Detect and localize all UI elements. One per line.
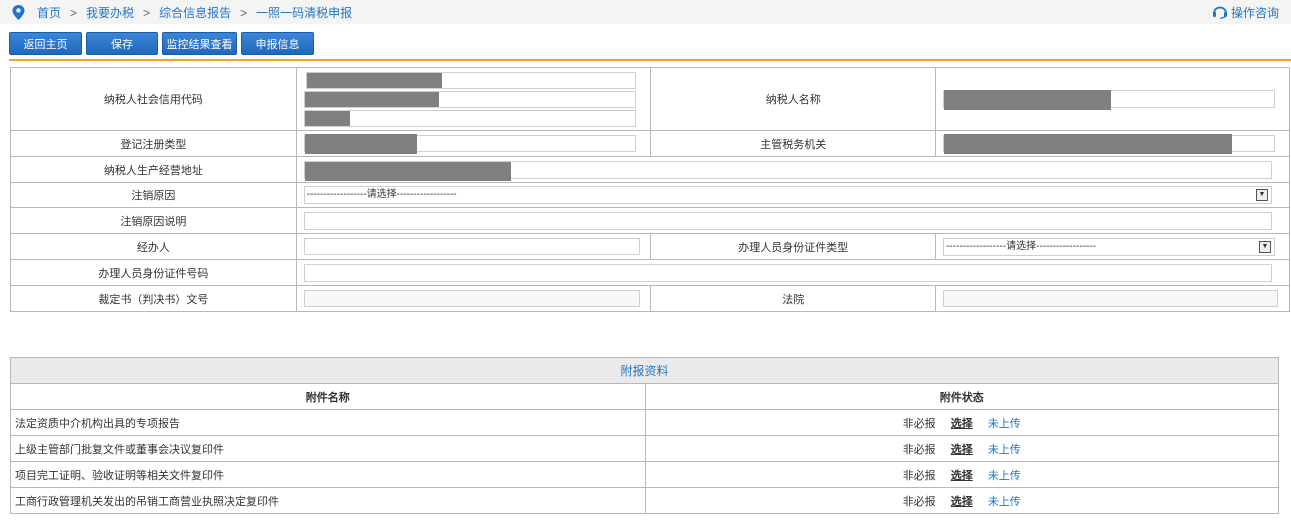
id-type-value: ------------------请选择------------------ <box>946 240 1097 252</box>
upload-status: 未上传 <box>987 495 1021 508</box>
required-text: 非必报 <box>902 495 936 508</box>
attachment-name: 法定资质中介机构出具的专项报告 <box>10 409 646 436</box>
id-type-select[interactable]: ------------------请选择------------------ … <box>943 237 1275 256</box>
breadcrumb: 首页 > 我要办税 > 综合信息报告 > 一照一码清税申报 <box>12 4 352 21</box>
monitor-result-button[interactable]: 监控结果查看 <box>162 32 237 55</box>
taxpayer-name-cell <box>935 67 1290 131</box>
reg-type-cell <box>295 130 652 157</box>
choose-file-link[interactable]: 选择 <box>951 470 973 482</box>
ruling-field <box>303 290 641 307</box>
choose-file-link[interactable]: 选择 <box>951 496 973 508</box>
ruling-label: 裁定书（判决书）文号 <box>10 285 297 312</box>
attachment-name: 项目完工证明、验收证明等相关文件复印件 <box>10 461 646 488</box>
credit-code-field-3[interactable] <box>303 109 637 127</box>
breadcrumb-tax[interactable]: 我要办税 <box>86 4 134 21</box>
reg-type-label: 登记注册类型 <box>10 130 297 157</box>
address-field[interactable] <box>303 160 1272 181</box>
reg-type-field[interactable] <box>303 134 637 154</box>
headset-icon <box>1212 6 1227 19</box>
required-text: 非必报 <box>902 417 936 430</box>
attachment-status-cell: 非必报 选择 未上传 <box>644 409 1279 436</box>
table-row: 上级主管部门批复文件或董事会决议复印件 非必报 选择 未上传 <box>10 435 1279 462</box>
cancel-reason-value: ------------------请选择------------------ <box>306 189 457 200</box>
breadcrumb-bar: 首页 > 我要办税 > 综合信息报告 > 一照一码清税申报 操作咨询 <box>0 0 1291 24</box>
id-type-label: 办理人员身份证件类型 <box>650 233 937 260</box>
help-label: 操作咨询 <box>1230 6 1279 20</box>
id-no-label: 办理人员身份证件号码 <box>10 259 297 286</box>
cancel-desc-field[interactable] <box>303 211 1272 230</box>
agent-cell <box>295 233 652 260</box>
attachments-table: 附报资料 附件名称 附件状态 法定资质中介机构出具的专项报告 非必报 选择 未上… <box>10 357 1279 514</box>
id-type-cell: ------------------请选择------------------ … <box>935 233 1290 260</box>
cancel-desc-label: 注销原因说明 <box>10 207 297 234</box>
choose-file-link[interactable]: 选择 <box>951 444 973 456</box>
agent-label: 经办人 <box>10 233 297 260</box>
cancel-desc-cell <box>295 207 1291 234</box>
toolbar: 返回主页 保存 监控结果查看 申报信息 <box>9 32 318 55</box>
attachment-status-cell: 非必报 选择 未上传 <box>644 461 1279 488</box>
required-text: 非必报 <box>902 469 936 482</box>
location-pin-icon <box>12 5 25 20</box>
table-row: 项目完工证明、验收证明等相关文件复印件 非必报 选择 未上传 <box>10 461 1279 488</box>
breadcrumb-separator: > <box>70 5 78 20</box>
credit-code-field-2[interactable] <box>303 90 637 108</box>
upload-status: 未上传 <box>987 469 1021 482</box>
help-consult-link[interactable]: 操作咨询 <box>1212 4 1279 21</box>
table-row: 工商行政管理机关发出的吊销工商营业执照决定复印件 非必报 选择 未上传 <box>10 487 1279 514</box>
cancel-reason-label: 注销原因 <box>10 182 297 208</box>
breadcrumb-separator: > <box>143 5 151 20</box>
court-cell <box>935 285 1290 312</box>
agent-field[interactable] <box>303 238 641 255</box>
id-no-cell <box>295 259 1291 286</box>
save-button[interactable]: 保存 <box>86 32 158 55</box>
taxpayer-info-form: 纳税人社会信用代码 纳税人名称 登记注册类型 主管税务机关 纳税人生产经营地址 … <box>10 67 1291 312</box>
taxpayer-name-field[interactable] <box>943 90 1275 110</box>
cancel-reason-cell: ------------------请选择------------------ … <box>295 182 1291 208</box>
breadcrumb-separator: > <box>240 5 248 20</box>
id-no-field[interactable] <box>303 263 1272 282</box>
attachment-name: 工商行政管理机关发出的吊销工商营业执照决定复印件 <box>10 487 646 514</box>
tax-authority-field[interactable] <box>943 134 1275 154</box>
upload-status: 未上传 <box>987 417 1021 430</box>
court-label: 法院 <box>650 285 937 312</box>
cancel-reason-select[interactable]: ------------------请选择------------------ … <box>303 186 1272 204</box>
dropdown-arrow-icon[interactable]: ▼ <box>1256 189 1268 201</box>
attachment-name: 上级主管部门批复文件或董事会决议复印件 <box>10 435 646 462</box>
attachment-status-header: 附件状态 <box>644 383 1279 410</box>
dropdown-arrow-icon[interactable]: ▼ <box>1259 240 1271 253</box>
attachments-title: 附报资料 <box>10 357 1279 384</box>
upload-status: 未上传 <box>987 443 1021 456</box>
ruling-cell <box>295 285 652 312</box>
attachment-name-header: 附件名称 <box>10 383 646 410</box>
tax-authority-label: 主管税务机关 <box>650 130 937 157</box>
back-home-button[interactable]: 返回主页 <box>9 32 82 55</box>
address-cell <box>295 156 1291 183</box>
toolbar-divider <box>9 59 1291 61</box>
breadcrumb-home[interactable]: 首页 <box>37 4 61 21</box>
court-field <box>943 290 1278 307</box>
address-label: 纳税人生产经营地址 <box>10 156 297 183</box>
credit-code-cell <box>295 67 652 131</box>
declare-info-button[interactable]: 申报信息 <box>241 32 314 55</box>
attachment-status-cell: 非必报 选择 未上传 <box>644 487 1279 514</box>
choose-file-link[interactable]: 选择 <box>951 418 973 430</box>
required-text: 非必报 <box>902 443 936 456</box>
breadcrumb-current: 一照一码清税申报 <box>256 6 353 20</box>
breadcrumb-report[interactable]: 综合信息报告 <box>159 4 231 21</box>
tax-authority-cell <box>935 130 1290 157</box>
table-row: 法定资质中介机构出具的专项报告 非必报 选择 未上传 <box>10 409 1279 436</box>
attachment-status-cell: 非必报 选择 未上传 <box>644 435 1279 462</box>
credit-code-field-1[interactable] <box>305 71 637 89</box>
credit-code-label: 纳税人社会信用代码 <box>10 67 297 131</box>
taxpayer-name-label: 纳税人名称 <box>650 67 937 131</box>
